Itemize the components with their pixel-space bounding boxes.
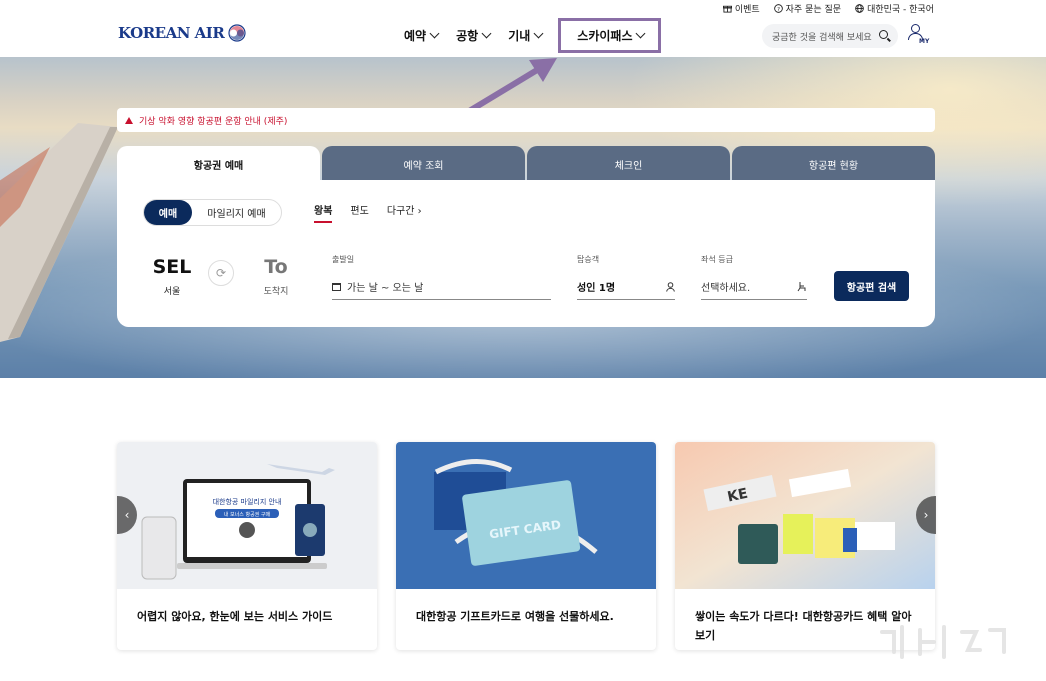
nav-airport-label: 공항 [456,28,479,43]
trip-round[interactable]: 왕복 [314,202,333,223]
nav-inflight-label: 기내 [508,28,531,43]
origin-selector[interactable]: SEL 서울 [152,256,192,297]
search-placeholder: 궁금한 것을 검색해 보세요 [772,32,872,43]
chevron-down-icon [533,28,544,38]
departure-date-field[interactable]: 출발일 가는 날 ~ 오는 날 [332,254,551,300]
nav-airport[interactable]: 공항 [447,20,499,50]
toggle-regular[interactable]: 예매 [144,200,192,225]
nav-skypass-label: 스카이패스 [577,28,633,43]
trip-multi[interactable]: 다구간 [387,202,422,223]
promo-card-gift-card[interactable]: GIFT CARD 대한항공 기프트카드로 여행을 선물하세요. [396,442,656,650]
region-selector[interactable]: 대한민국 - 한국어 [855,2,934,15]
my-account-button[interactable]: MY [908,24,930,50]
tab-flight-status[interactable]: 항공편 현황 [732,146,935,182]
calendar-icon [332,282,341,291]
airplane-wing-image [0,123,118,342]
promo-card-service-guide[interactable]: 대한항공 마일리지 안내 내 보너스 항공권 구매 어렵지 않아요, 한눈에 보… [117,442,377,650]
trip-oneway[interactable]: 편도 [350,202,368,223]
booking-panel: 예매 마일리지 예매 왕복 편도 다구간 SEL 서울 ⟳ To 도착지 출발일… [117,180,935,327]
guide-image-title: 대한항공 마일리지 안내 [213,497,282,506]
tab-manage-booking[interactable]: 예약 조회 [322,146,525,182]
passenger-value-row: 성인 1명 [577,279,675,300]
user-icon [911,24,920,33]
chevron-down-icon [429,28,440,38]
taegeuk-logo-icon [228,24,246,42]
warning-icon [125,116,133,124]
tab-check-in[interactable]: 체크인 [527,146,730,182]
swap-icon[interactable]: ⟳ [208,260,234,286]
tab-book-flight[interactable]: 항공권 예매 [117,146,320,182]
main-nav: 예약 공항 기내 스카이패스 [395,16,662,54]
events-label: 이벤트 [734,4,760,15]
destination-city: 도착지 [263,287,289,297]
notice-text: 기상 악화 영향 항공편 운항 안내 (제주) [139,116,288,127]
person-icon [666,281,675,292]
cabin-class-field[interactable]: 좌석 등급 선택하세요. [701,254,807,300]
search-icon[interactable] [879,30,888,39]
weather-notice-banner[interactable]: 기상 악화 영향 항공편 운항 안내 (제주) [117,108,935,132]
globe-icon [855,3,864,13]
cabin-class-placeholder: 선택하세요. [701,283,751,294]
nav-reservation[interactable]: 예약 [395,20,447,50]
destination-code: To [264,256,288,278]
promo-card-title: 대한항공 기프트카드로 여행을 선물하세요. [416,610,614,623]
chevron-right-icon: › [923,508,929,522]
passenger-field[interactable]: 탑승객 성인 1명 [577,254,675,300]
gift-icon [722,5,732,13]
my-label: MY [919,38,930,45]
gift-card-image: GIFT CARD [396,442,656,589]
chevron-down-icon [636,28,646,38]
toggle-mileage[interactable]: 마일리지 예매 [192,205,281,220]
trip-type-selector: 왕복 편도 다구간 [314,202,422,223]
cabin-class-value-row: 선택하세요. [701,279,807,300]
faq-label: 자주 묻는 질문 [785,4,842,15]
question-icon: ? [773,3,783,13]
cabin-class-label: 좌석 등급 [701,255,733,264]
region-label: 대한민국 - 한국어 [867,4,934,15]
faq-link[interactable]: ? 자주 묻는 질문 [773,2,842,15]
service-guide-image: 대한항공 마일리지 안내 내 보너스 항공권 구매 [117,442,377,589]
departure-value: 가는 날 ~ 오는 날 [332,279,551,300]
passenger-value: 성인 1명 [577,283,616,294]
guide-image-sub: 내 보너스 항공권 구매 [224,511,271,518]
credit-card-image: KE [675,442,935,589]
chevron-left-icon: ‹ [124,508,130,522]
watermark-logo [880,625,1006,659]
promo-card-title: 어렵지 않아요, 한눈에 보는 서비스 가이드 [137,610,333,623]
korean-air-logo[interactable]: KOREAN AIR [118,24,246,42]
svg-text:?: ? [777,6,780,12]
departure-label: 출발일 [332,255,355,264]
booking-type-toggle: 예매 마일리지 예매 [143,199,282,226]
booking-tabs: 항공권 예매 예약 조회 체크인 항공편 현황 [117,146,935,182]
nav-inflight[interactable]: 기내 [499,20,551,50]
nav-reservation-label: 예약 [404,28,427,43]
origin-city: 서울 [163,287,181,297]
departure-placeholder: 가는 날 ~ 오는 날 [347,283,424,294]
destination-selector[interactable]: To 도착지 [255,256,297,297]
events-link[interactable]: 이벤트 [722,2,760,15]
chevron-down-icon [481,28,492,38]
utility-bar: 이벤트 ? 자주 묻는 질문 대한민국 - 한국어 [722,0,934,16]
flight-search-button[interactable]: 항공편 검색 [834,271,909,301]
origin-code: SEL [152,256,192,278]
main-header: KOREAN AIR 예약 공항 기내 스카이패스 궁금한 것을 검색해 보세요… [0,16,1046,57]
seat-icon [797,282,806,292]
passenger-label: 탑승객 [577,255,600,264]
search-input[interactable]: 궁금한 것을 검색해 보세요 [762,24,898,48]
nav-skypass[interactable]: 스카이패스 [558,17,662,53]
logo-text: KOREAN AIR [118,24,225,42]
